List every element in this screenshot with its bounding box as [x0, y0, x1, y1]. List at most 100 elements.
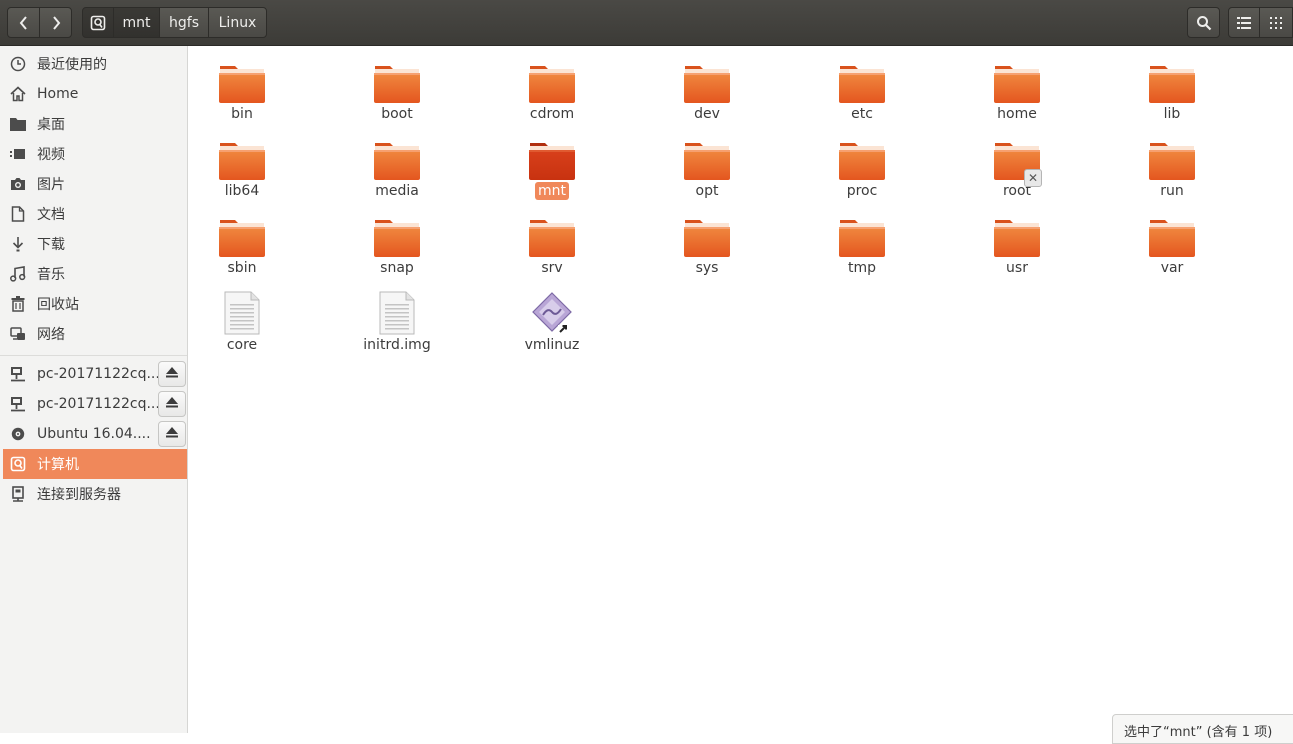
file-item[interactable]: var	[1112, 214, 1232, 288]
folder-icon	[527, 60, 577, 104]
folder-icon	[527, 214, 577, 258]
sidebar-item-label: Home	[37, 86, 79, 102]
sidebar-item-computer[interactable]: 计算机	[3, 449, 187, 479]
drive-icon	[90, 15, 106, 31]
file-item[interactable]: tmp	[802, 214, 922, 288]
sidebar-item-trash[interactable]: 回收站	[3, 289, 187, 319]
file-name: snap	[380, 260, 414, 276]
file-item[interactable]: ✕ root	[957, 137, 1077, 211]
eject-button[interactable]	[158, 391, 186, 417]
file-name: bin	[231, 106, 253, 122]
network-share-icon	[9, 395, 27, 413]
sidebar-item-downloads[interactable]: 下载	[3, 229, 187, 259]
computer-icon	[9, 455, 27, 473]
sidebar-item-label: 网络	[37, 327, 65, 343]
sidebar-item-label: 桌面	[37, 117, 65, 133]
grid-view-button[interactable]	[1259, 7, 1293, 38]
search-button[interactable]	[1187, 7, 1220, 38]
folder-icon	[217, 214, 267, 258]
file-item[interactable]: boot	[337, 60, 457, 134]
network-share-icon	[9, 365, 27, 383]
file-item[interactable]: dev	[647, 60, 767, 134]
file-item[interactable]: media	[337, 137, 457, 211]
breadcrumb-linux[interactable]: Linux	[208, 7, 267, 38]
file-item[interactable]: opt	[647, 137, 767, 211]
file-item[interactable]: usr	[957, 214, 1077, 288]
video-icon	[9, 145, 27, 163]
folder-icon	[992, 60, 1042, 104]
back-button[interactable]	[7, 7, 40, 38]
folder-icon	[1147, 137, 1197, 181]
header-bar: mnt hgfs Linux	[0, 0, 1293, 46]
breadcrumb-hgfs[interactable]: hgfs	[159, 7, 209, 38]
list-view-icon	[1237, 16, 1251, 29]
sidebar-item-connect-server[interactable]: 连接到服务器	[3, 479, 187, 509]
file-name: dev	[694, 106, 720, 122]
file-item[interactable]: lib	[1112, 60, 1232, 134]
file-item[interactable]: etc	[802, 60, 922, 134]
folder-icon	[992, 214, 1042, 258]
file-item[interactable]: sys	[647, 214, 767, 288]
file-name: initrd.img	[363, 337, 431, 353]
text-file-icon	[217, 291, 267, 335]
sidebar-item-label: 回收站	[37, 297, 79, 313]
file-name: mnt	[535, 182, 569, 200]
folder-icon	[682, 60, 732, 104]
folder-icon	[372, 214, 422, 258]
sidebar-item-recent[interactable]: 最近使用的	[3, 49, 187, 79]
sidebar-item-videos[interactable]: 视频	[3, 139, 187, 169]
folder-icon	[372, 60, 422, 104]
folder-icon	[217, 60, 267, 104]
sidebar-item-documents[interactable]: 文档	[3, 199, 187, 229]
file-name: sbin	[227, 260, 257, 276]
folder-icon	[837, 60, 887, 104]
recent-icon	[9, 55, 27, 73]
file-name: var	[1160, 260, 1184, 276]
file-item[interactable]: cdrom	[492, 60, 612, 134]
breadcrumb-mnt[interactable]: mnt	[113, 7, 160, 38]
forward-button[interactable]	[39, 7, 72, 38]
file-name: proc	[846, 183, 878, 199]
eject-button[interactable]	[158, 421, 186, 447]
file-item[interactable]: snap	[337, 214, 457, 288]
file-name: run	[1160, 183, 1184, 199]
eject-icon	[166, 366, 178, 382]
file-item[interactable]: bin	[182, 60, 302, 134]
folder-icon	[372, 137, 422, 181]
camera-icon	[9, 175, 27, 193]
folder-icon	[837, 137, 887, 181]
executable-link-icon	[527, 291, 577, 335]
file-item[interactable]: srv	[492, 214, 612, 288]
file-item[interactable]: home	[957, 60, 1077, 134]
sidebar-item-desktop[interactable]: 桌面	[3, 109, 187, 139]
file-item[interactable]: mnt	[492, 137, 612, 211]
sidebar-item-label: 图片	[37, 177, 65, 193]
file-name: sys	[695, 260, 719, 276]
sidebar-item-label: Ubuntu 16.04....	[37, 426, 151, 442]
file-item[interactable]: initrd.img	[337, 291, 457, 365]
sidebar-item-network[interactable]: 网络	[3, 319, 187, 349]
sidebar-item-label: 文档	[37, 207, 65, 223]
file-name: boot	[381, 106, 413, 122]
sidebar-item-music[interactable]: 音乐	[3, 259, 187, 289]
no-access-icon: ✕	[1024, 169, 1042, 187]
eject-icon	[166, 396, 178, 412]
search-icon	[1196, 15, 1212, 31]
status-overlay: 选中了“mnt” (含有 1 项)	[1112, 714, 1293, 744]
list-view-button[interactable]	[1228, 7, 1260, 38]
sidebar-item-home[interactable]: Home	[3, 79, 187, 109]
file-item[interactable]: sbin	[182, 214, 302, 288]
folder-icon	[682, 137, 732, 181]
file-name: media	[375, 183, 419, 199]
folder-icon	[1147, 60, 1197, 104]
sidebar-item-label: 连接到服务器	[37, 487, 121, 503]
file-item[interactable]: lib64	[182, 137, 302, 211]
file-item[interactable]: proc	[802, 137, 922, 211]
sidebar-item-pictures[interactable]: 图片	[3, 169, 187, 199]
connect-server-icon	[9, 485, 27, 503]
sidebar-item-label: pc-20171122cq...	[37, 366, 160, 382]
file-item[interactable]: core	[182, 291, 302, 365]
breadcrumb-root-button[interactable]	[82, 7, 114, 38]
file-item[interactable]: run	[1112, 137, 1232, 211]
file-item[interactable]: vmlinuz	[492, 291, 612, 365]
